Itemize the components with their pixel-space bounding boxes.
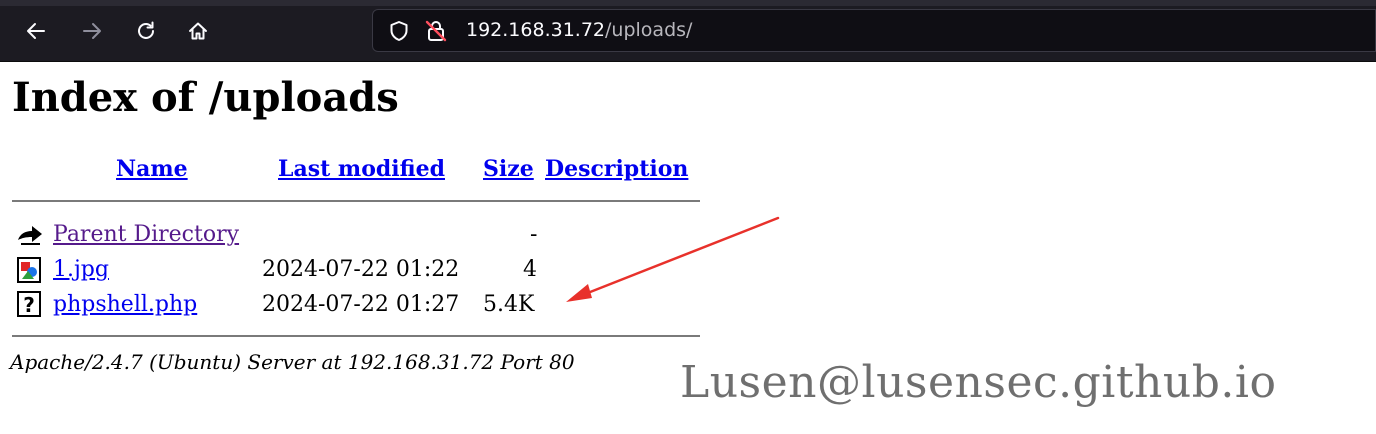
watermark-text: Lusen@lusensec.github.io <box>680 357 1277 408</box>
